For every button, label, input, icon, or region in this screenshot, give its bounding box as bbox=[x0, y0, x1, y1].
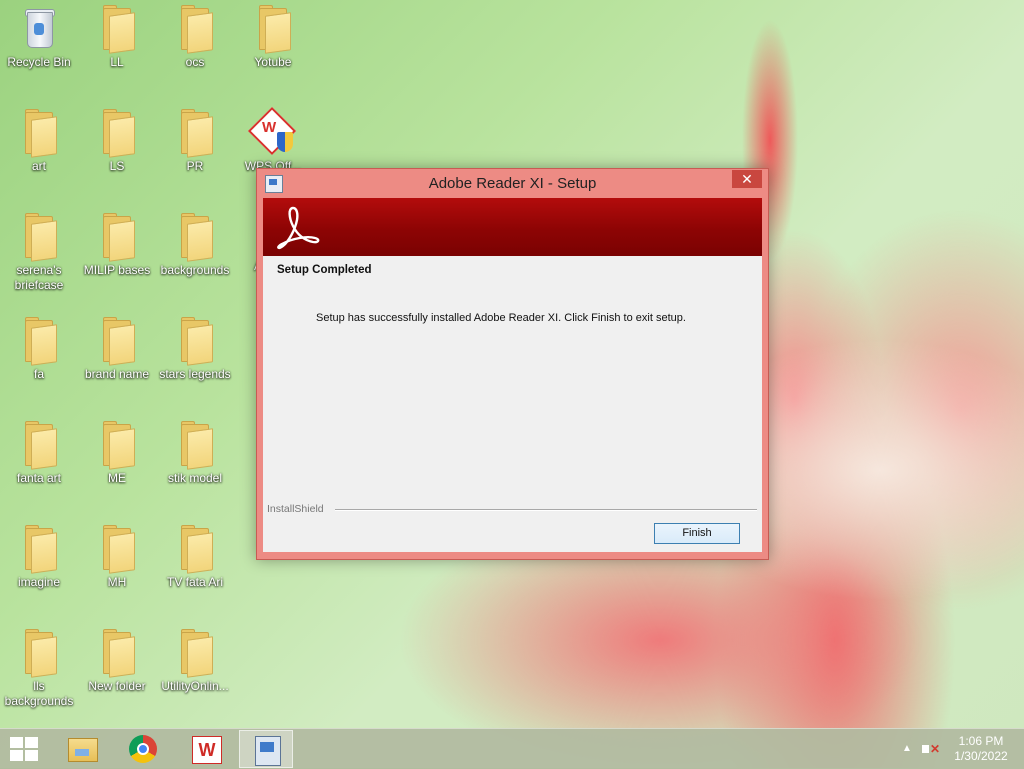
desktop-icon-label: ME bbox=[108, 471, 126, 485]
desktop-icon-label: backgrounds bbox=[160, 263, 230, 277]
folder-icon bbox=[21, 629, 57, 678]
desktop-icon-folder-utilityonline[interactable]: UtilityOnlin... bbox=[156, 629, 234, 694]
desktop-icon-folder-serenas-briefcase[interactable]: serena's briefcase bbox=[0, 213, 78, 293]
desktop-icon-folder-pr[interactable]: PR bbox=[156, 109, 234, 174]
desktop-icon-label: New folder bbox=[88, 679, 146, 693]
folder-icon bbox=[99, 421, 135, 470]
dialog-title: Adobe Reader XI - Setup bbox=[428, 175, 597, 192]
taskbar-wps-office[interactable]: W bbox=[178, 730, 232, 768]
desktop-icon-label: PR bbox=[186, 159, 204, 173]
desktop-icon-folder-brand-name[interactable]: brand name bbox=[78, 317, 156, 382]
folder-icon bbox=[255, 5, 291, 54]
folder-icon bbox=[177, 109, 213, 158]
taskbar-file-explorer[interactable] bbox=[54, 730, 108, 768]
desktop-icon-label: stars legends bbox=[159, 367, 231, 381]
show-hidden-icons-button[interactable]: ▲ bbox=[902, 743, 912, 754]
desktop-icon-label: Yotube bbox=[254, 55, 292, 69]
desktop-icon-label: LL bbox=[110, 55, 124, 69]
adobe-acrobat-logo-icon bbox=[277, 206, 320, 250]
desktop-icon-folder-mh[interactable]: MH bbox=[78, 525, 156, 590]
setup-dialog: Adobe Reader XI - Setup ✕ Setup Complete… bbox=[256, 168, 769, 560]
desktop-icon-folder-ll[interactable]: LL bbox=[78, 5, 156, 70]
desktop-icon-label: ocs bbox=[185, 55, 205, 69]
clock-date: 1/30/2022 bbox=[954, 749, 1008, 763]
desktop-icon-label: serena's briefcase bbox=[14, 263, 64, 292]
installshield-label: InstallShield bbox=[267, 503, 324, 515]
desktop-icon-label: fanta art bbox=[16, 471, 62, 485]
desktop-icon-label: MILIP bases bbox=[83, 263, 151, 277]
desktop-icon-label: Recycle Bin bbox=[7, 55, 71, 69]
folder-icon bbox=[177, 5, 213, 54]
desktop-icon-label: MH bbox=[107, 575, 127, 589]
desktop-icon-folder-tv-fata-ari[interactable]: TV fata Ari bbox=[156, 525, 234, 590]
folder-icon bbox=[21, 421, 57, 470]
desktop-icon-label: lls backgrounds bbox=[4, 679, 74, 708]
desktop-icon-folder-fanta-art[interactable]: fanta art bbox=[0, 421, 78, 486]
folder-icon bbox=[177, 213, 213, 262]
wps-installer-icon: W bbox=[247, 106, 297, 156]
setup-message: Setup has successfully installed Adobe R… bbox=[316, 312, 686, 324]
desktop-icon-folder-fa[interactable]: fa bbox=[0, 317, 78, 382]
desktop-icon-folder-backgrounds[interactable]: backgrounds bbox=[156, 213, 234, 278]
folder-icon bbox=[99, 317, 135, 366]
desktop-icon-label: LS bbox=[109, 159, 125, 173]
folder-icon bbox=[177, 525, 213, 574]
wps-office-icon: W bbox=[192, 736, 222, 764]
folder-icon bbox=[21, 525, 57, 574]
taskbar-adobe-setup[interactable] bbox=[239, 730, 293, 768]
folder-icon bbox=[177, 421, 213, 470]
folder-icon bbox=[99, 629, 135, 678]
finish-button[interactable]: Finish bbox=[654, 523, 740, 544]
desktop-icon-folder-art[interactable]: art bbox=[0, 109, 78, 174]
desktop-icon-folder-milip-bases[interactable]: MILIP bases bbox=[78, 213, 156, 278]
desktop-icon-folder-lls-backgrounds[interactable]: lls backgrounds bbox=[0, 629, 78, 709]
folder-icon bbox=[21, 213, 57, 262]
start-button[interactable] bbox=[10, 737, 40, 763]
folder-icon bbox=[21, 317, 57, 366]
volume-muted-icon[interactable]: ✕ bbox=[922, 741, 940, 757]
folder-icon bbox=[21, 109, 57, 158]
windows-logo-icon bbox=[10, 737, 23, 748]
desktop-icon-folder-imagine[interactable]: imagine bbox=[0, 525, 78, 590]
folder-icon bbox=[99, 525, 135, 574]
desktop-icon-folder-yotube[interactable]: Yotube bbox=[234, 5, 312, 70]
file-explorer-icon bbox=[68, 738, 98, 762]
folder-icon bbox=[177, 317, 213, 366]
taskbar-clock[interactable]: 1:06 PM 1/30/2022 bbox=[946, 734, 1016, 764]
desktop-icon-folder-ls[interactable]: LS bbox=[78, 109, 156, 174]
close-button[interactable]: ✕ bbox=[732, 170, 762, 188]
taskbar: W ▲ ✕ 1:06 PM 1/30/2022 bbox=[0, 728, 1024, 769]
desktop-icon-label: UtilityOnlin... bbox=[161, 679, 229, 693]
dialog-titlebar[interactable]: Adobe Reader XI - Setup ✕ bbox=[257, 169, 768, 197]
folder-icon bbox=[99, 5, 135, 54]
desktop-icon-wps-installer[interactable]: W WPS Off... bbox=[234, 106, 312, 174]
desktop-icon-label: stik model bbox=[167, 471, 223, 485]
folder-icon bbox=[177, 629, 213, 678]
desktop-icon-folder-me[interactable]: ME bbox=[78, 421, 156, 486]
adobe-banner bbox=[263, 198, 762, 256]
taskbar-chrome[interactable] bbox=[116, 730, 170, 768]
chrome-icon bbox=[129, 735, 157, 763]
desktop-icon-folder-stars-legends[interactable]: stars legends bbox=[156, 317, 234, 382]
desktop-icon-label: TV fata Ari bbox=[166, 575, 224, 589]
desktop-icon-label: fa bbox=[33, 367, 44, 381]
divider bbox=[335, 509, 757, 510]
desktop-icon-folder-stik-model[interactable]: stik model bbox=[156, 421, 234, 486]
setup-installer-icon bbox=[255, 736, 281, 766]
folder-icon bbox=[99, 213, 135, 262]
desktop-icon-folder-new-folder[interactable]: New folder bbox=[78, 629, 156, 694]
clock-time: 1:06 PM bbox=[958, 734, 1004, 748]
dialog-content: Setup Completed Setup has successfully i… bbox=[263, 198, 762, 552]
desktop-icon-label: art bbox=[31, 159, 46, 173]
folder-icon bbox=[99, 109, 135, 158]
setup-heading: Setup Completed bbox=[277, 264, 372, 276]
desktop-icon-label: imagine bbox=[17, 575, 61, 589]
recycle-bin-icon bbox=[21, 8, 57, 50]
desktop-icon-label: brand name bbox=[84, 367, 150, 381]
desktop-icon-folder-ocs[interactable]: ocs bbox=[156, 5, 234, 70]
desktop-icon-recycle-bin[interactable]: Recycle Bin bbox=[0, 8, 78, 70]
